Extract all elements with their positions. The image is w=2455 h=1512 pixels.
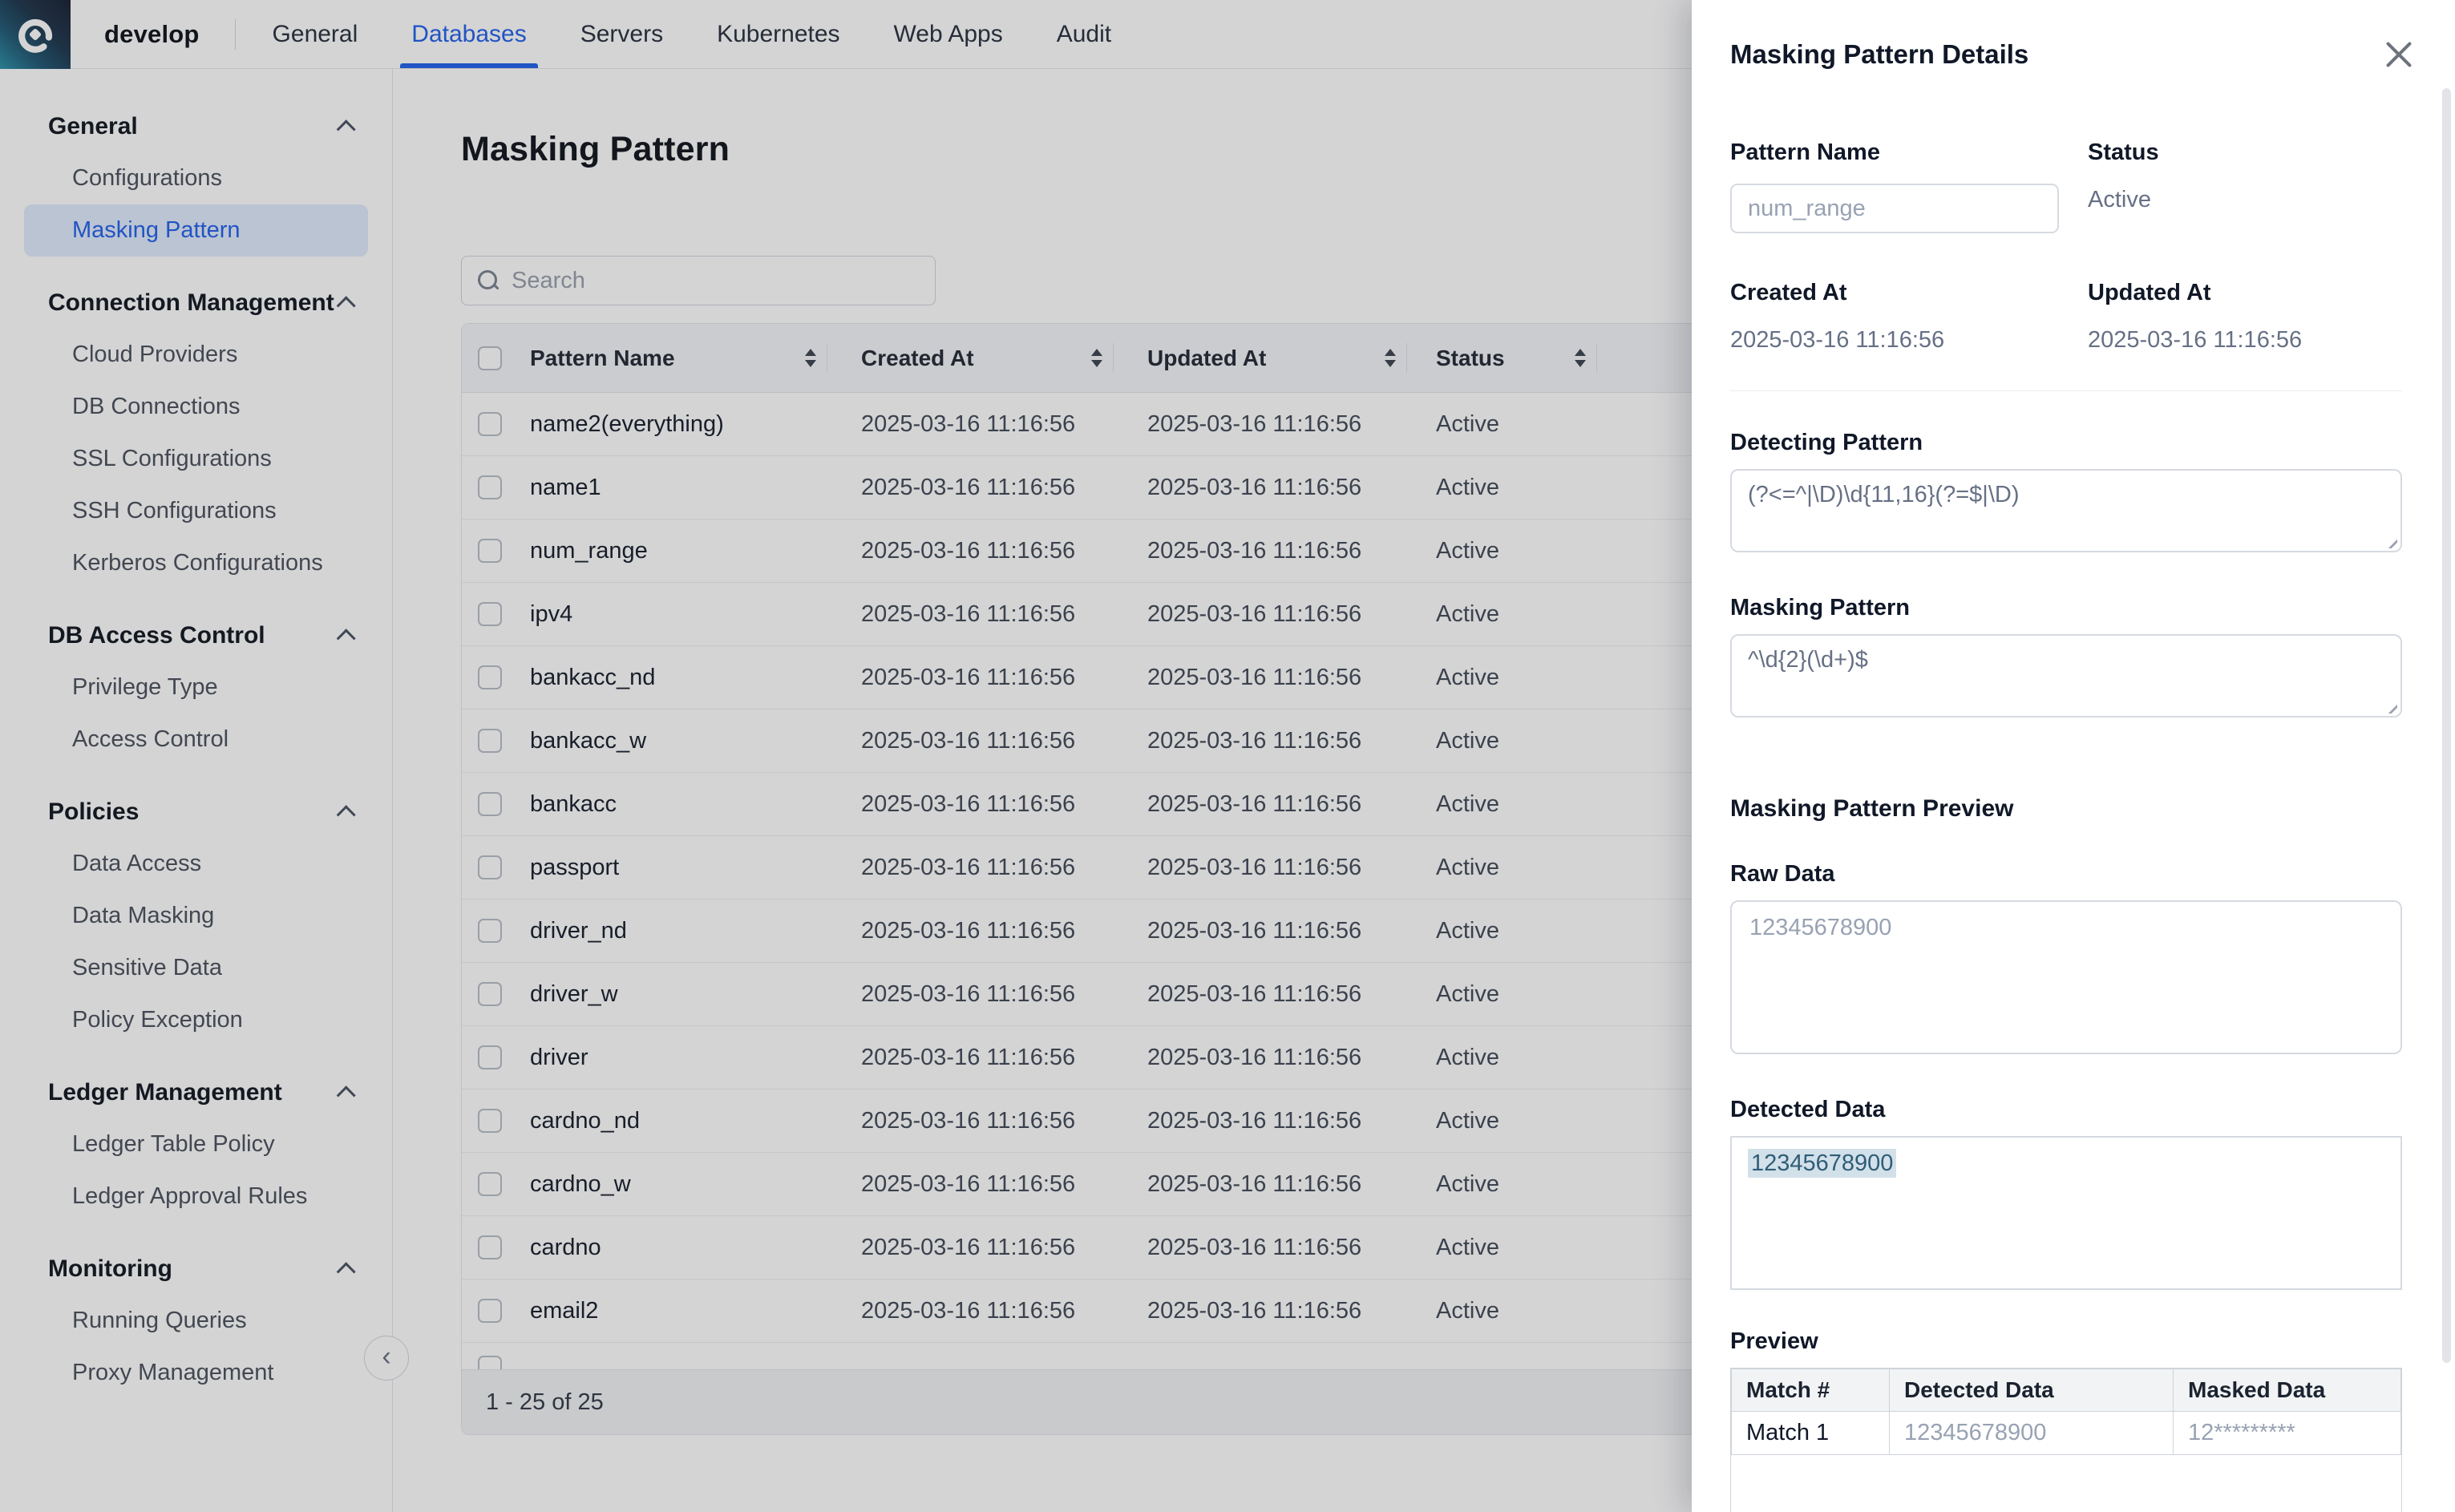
drawer-scrollbar-thumb[interactable] bbox=[2442, 88, 2451, 1363]
preview-col-detected: Detected Data bbox=[1890, 1369, 2174, 1412]
updated-at-value: 2025-03-16 11:16:56 bbox=[2088, 327, 2417, 354]
masking-pattern-textarea[interactable] bbox=[1730, 634, 2402, 718]
preview-section-heading: Masking Pattern Preview bbox=[1730, 795, 2417, 823]
preview-table: Match # Detected Data Masked Data Match … bbox=[1730, 1368, 2402, 1512]
preview-table-heading: Preview bbox=[1730, 1328, 2417, 1355]
pattern-name-label: Pattern Name bbox=[1730, 139, 2088, 166]
masking-pattern-details-drawer: Masking Pattern Details Pattern Name Sta… bbox=[1692, 0, 2455, 1512]
created-at-label: Created At bbox=[1730, 280, 2088, 306]
drawer-field-row-1: Pattern Name Status Active bbox=[1730, 139, 2417, 233]
detecting-pattern-label: Detecting Pattern bbox=[1730, 430, 2417, 456]
detected-data-highlight: 12345678900 bbox=[1748, 1149, 1896, 1178]
drawer-field-row-2: Created At 2025-03-16 11:16:56 Updated A… bbox=[1730, 280, 2417, 354]
app-root: develop GeneralDatabasesServersKubernete… bbox=[0, 0, 2455, 1512]
detected-data-cell: 12345678900 bbox=[1890, 1412, 2174, 1455]
preview-col-match: Match # bbox=[1732, 1369, 1890, 1412]
status-label: Status bbox=[2088, 139, 2417, 166]
preview-table-header-row: Match # Detected Data Masked Data bbox=[1732, 1369, 2401, 1412]
status-value: Active bbox=[2088, 187, 2417, 213]
raw-data-textarea[interactable] bbox=[1730, 900, 2402, 1054]
created-at-value: 2025-03-16 11:16:56 bbox=[1730, 327, 2088, 354]
masked-data-cell: 12********* bbox=[2174, 1412, 2401, 1455]
detected-data-label: Detected Data bbox=[1730, 1097, 2417, 1123]
match-number-cell: Match 1 bbox=[1732, 1412, 1890, 1455]
raw-data-label: Raw Data bbox=[1730, 861, 2417, 887]
updated-at-label: Updated At bbox=[2088, 280, 2417, 306]
drawer-title: Masking Pattern Details bbox=[1730, 39, 2028, 70]
drawer-header: Masking Pattern Details bbox=[1730, 35, 2417, 74]
close-icon[interactable] bbox=[2381, 37, 2417, 72]
detecting-pattern-textarea[interactable] bbox=[1730, 469, 2402, 552]
preview-col-masked: Masked Data bbox=[2174, 1369, 2401, 1412]
pattern-name-input[interactable] bbox=[1730, 184, 2059, 233]
masking-pattern-label: Masking Pattern bbox=[1730, 595, 2417, 621]
drawer-divider bbox=[1730, 390, 2402, 391]
preview-table-row: Match 1 12345678900 12********* bbox=[1732, 1412, 2401, 1455]
detected-data-box: 12345678900 bbox=[1730, 1136, 2402, 1290]
